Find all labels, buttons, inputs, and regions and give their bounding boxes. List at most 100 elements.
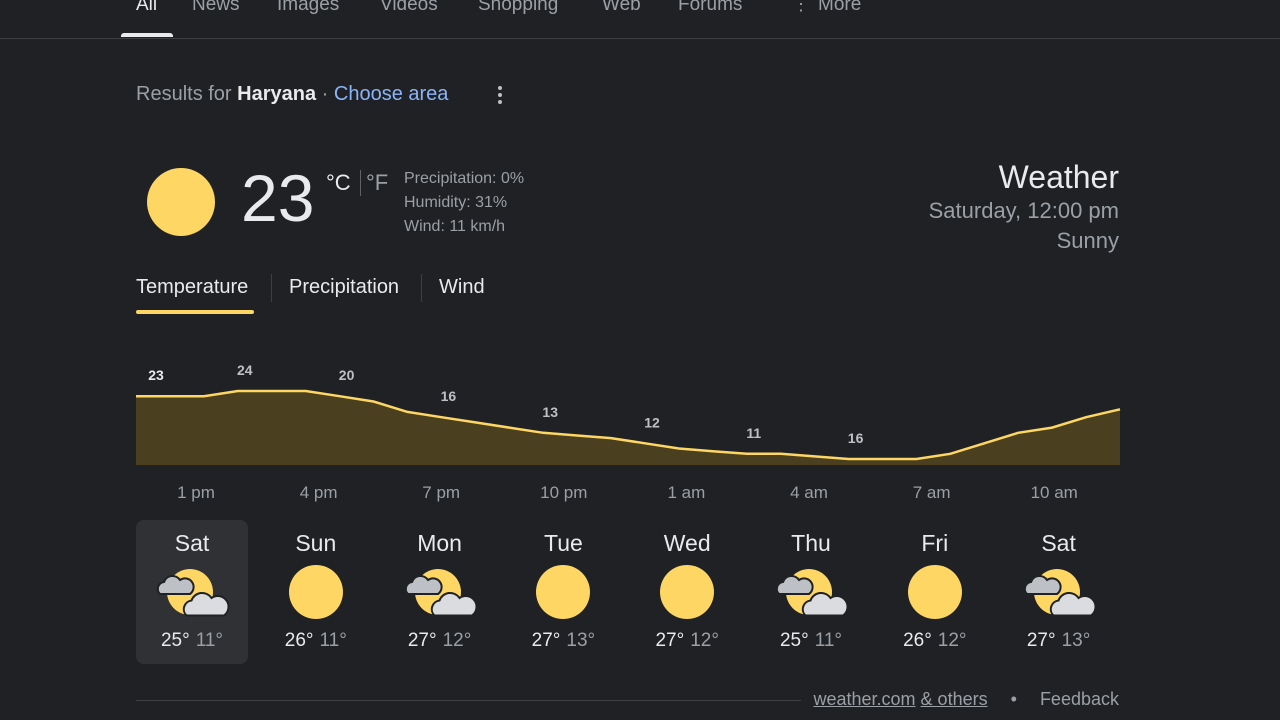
results-separator: · xyxy=(321,83,329,105)
more-dots-icon: ⋮ xyxy=(792,0,810,14)
low-temp: 12° xyxy=(937,630,967,651)
day-temperatures: 26° 11° xyxy=(260,630,372,652)
unit-divider xyxy=(360,170,361,196)
weather-details: Precipitation: 0% Humidity: 31% Wind: 11… xyxy=(404,167,524,239)
temperature-data-label: 20 xyxy=(339,367,355,383)
sun-icon xyxy=(897,560,973,620)
humidity-text: Humidity: 31% xyxy=(404,194,508,211)
footer-divider xyxy=(136,700,801,701)
high-temp: 27° xyxy=(531,630,561,651)
partly-cloudy-icon xyxy=(775,569,849,617)
hour-label: 4 am xyxy=(790,483,828,502)
sun-icon xyxy=(525,560,601,620)
weather-condition: Sunny xyxy=(1056,228,1119,253)
high-temp: 27° xyxy=(1026,630,1056,651)
day-name: Fri xyxy=(921,530,949,556)
day-forecast-wed[interactable]: Wed 27° 12° xyxy=(631,520,743,664)
day-temperatures: 27° 13° xyxy=(507,630,619,652)
tab-videos[interactable]: Videos xyxy=(380,0,438,16)
day-forecast-mon[interactable]: Mon 27° 12° xyxy=(384,520,496,664)
search-tabs-bar: All News Images Videos Shopping Web Foru… xyxy=(0,0,1280,39)
day-forecast-thu[interactable]: Thu 25° 11° xyxy=(755,520,867,664)
sun-icon xyxy=(288,565,343,619)
day-forecast-fri[interactable]: Fri 26° 12° xyxy=(879,520,991,664)
tab-precipitation[interactable]: Precipitation xyxy=(289,276,399,299)
tab-news[interactable]: News xyxy=(192,0,240,16)
day-name: Sat xyxy=(174,530,210,556)
sun-icon xyxy=(649,560,725,620)
precipitation-text: Precipitation: 0% xyxy=(404,170,525,187)
high-temp: 25° xyxy=(160,630,190,651)
sun-icon xyxy=(278,560,354,620)
high-temp: 26° xyxy=(284,630,314,651)
temperature-chart[interactable]: 23 24 20 16 13 12 11 16 xyxy=(0,340,1280,480)
hour-label: 4 pm xyxy=(299,483,338,502)
current-temperature: 23 xyxy=(241,161,315,235)
results-location-row: Results for Haryana · Choose area xyxy=(136,83,448,106)
temperature-data-label: 13 xyxy=(542,404,558,420)
footer: weather.com & others • Feedback xyxy=(813,689,1119,710)
tab-shopping[interactable]: Shopping xyxy=(478,0,558,16)
partly-cloudy-icon xyxy=(1023,569,1097,617)
low-temp: 13° xyxy=(566,630,596,651)
hour-label: 10 pm xyxy=(540,483,588,502)
choose-area-link[interactable]: Choose area xyxy=(334,83,449,105)
day-forecast-tue[interactable]: Tue 27° 13° xyxy=(507,520,619,664)
partly-cloudy-icon xyxy=(1021,560,1097,620)
temperature-data-label: 24 xyxy=(237,362,253,378)
day-temperatures: 27° 12° xyxy=(384,630,496,652)
tab-more-label: More xyxy=(818,0,862,15)
low-temp: 11° xyxy=(814,630,843,651)
tab-forums[interactable]: Forums xyxy=(678,0,742,16)
celsius-toggle[interactable]: °C xyxy=(326,170,351,196)
sun-icon xyxy=(147,168,215,236)
high-temp: 27° xyxy=(655,630,685,651)
day-forecast-sat[interactable]: Sat 27° 13° xyxy=(1003,520,1115,664)
sun-icon xyxy=(660,565,715,619)
hour-label: 1 pm xyxy=(177,483,215,502)
partly-cloudy-icon xyxy=(154,560,230,620)
day-forecast-sun[interactable]: Sun 26° 11° xyxy=(260,520,372,664)
high-temp: 26° xyxy=(903,630,932,651)
temperature-area xyxy=(136,391,1120,465)
sun-icon xyxy=(907,565,962,619)
day-name: Thu xyxy=(791,530,831,556)
temperature-data-label: 12 xyxy=(644,414,660,430)
hour-label: 10 am xyxy=(1030,483,1078,502)
sun-icon xyxy=(536,565,591,619)
more-options-icon[interactable] xyxy=(492,84,508,106)
others-link[interactable]: & others xyxy=(921,689,988,709)
wind-text: Wind: 11 km/h xyxy=(404,218,506,235)
weather-source-link[interactable]: weather.com xyxy=(813,689,915,709)
hour-label: 7 am xyxy=(912,483,951,502)
tab-wind[interactable]: Wind xyxy=(439,276,485,299)
footer-separator: • xyxy=(1010,689,1017,709)
hour-label: 7 pm xyxy=(422,483,461,502)
high-temp: 27° xyxy=(407,630,437,651)
tab-web[interactable]: Web xyxy=(602,0,641,16)
hour-label: 1 am xyxy=(667,483,706,502)
tab-divider xyxy=(421,274,422,302)
tab-temperature[interactable]: Temperature xyxy=(136,276,248,299)
low-temp: 11° xyxy=(195,630,224,651)
day-name: Wed xyxy=(663,530,711,556)
active-chart-tab-indicator xyxy=(136,310,254,314)
tab-all[interactable]: All xyxy=(136,0,157,16)
feedback-link[interactable]: Feedback xyxy=(1040,689,1119,709)
day-forecast-sat[interactable]: Sat 25° 11° xyxy=(136,520,248,664)
day-temperatures: 26° 12° xyxy=(879,630,991,652)
temperature-data-label: 16 xyxy=(848,430,864,446)
tab-more[interactable]: ⋮ More xyxy=(792,0,861,16)
day-name: Sat xyxy=(1041,530,1076,556)
fahrenheit-toggle[interactable]: °F xyxy=(366,170,388,196)
tab-divider xyxy=(271,274,272,302)
day-name: Tue xyxy=(544,530,583,556)
active-tab-indicator xyxy=(121,33,173,37)
temperature-data-label: 23 xyxy=(148,367,164,383)
day-temperatures: 25° 11° xyxy=(755,630,867,652)
tab-images[interactable]: Images xyxy=(277,0,339,16)
low-temp: 12° xyxy=(690,630,719,651)
partly-cloudy-icon xyxy=(402,560,478,620)
day-temperatures: 25° 11° xyxy=(136,630,248,652)
partly-cloudy-icon xyxy=(156,569,230,617)
